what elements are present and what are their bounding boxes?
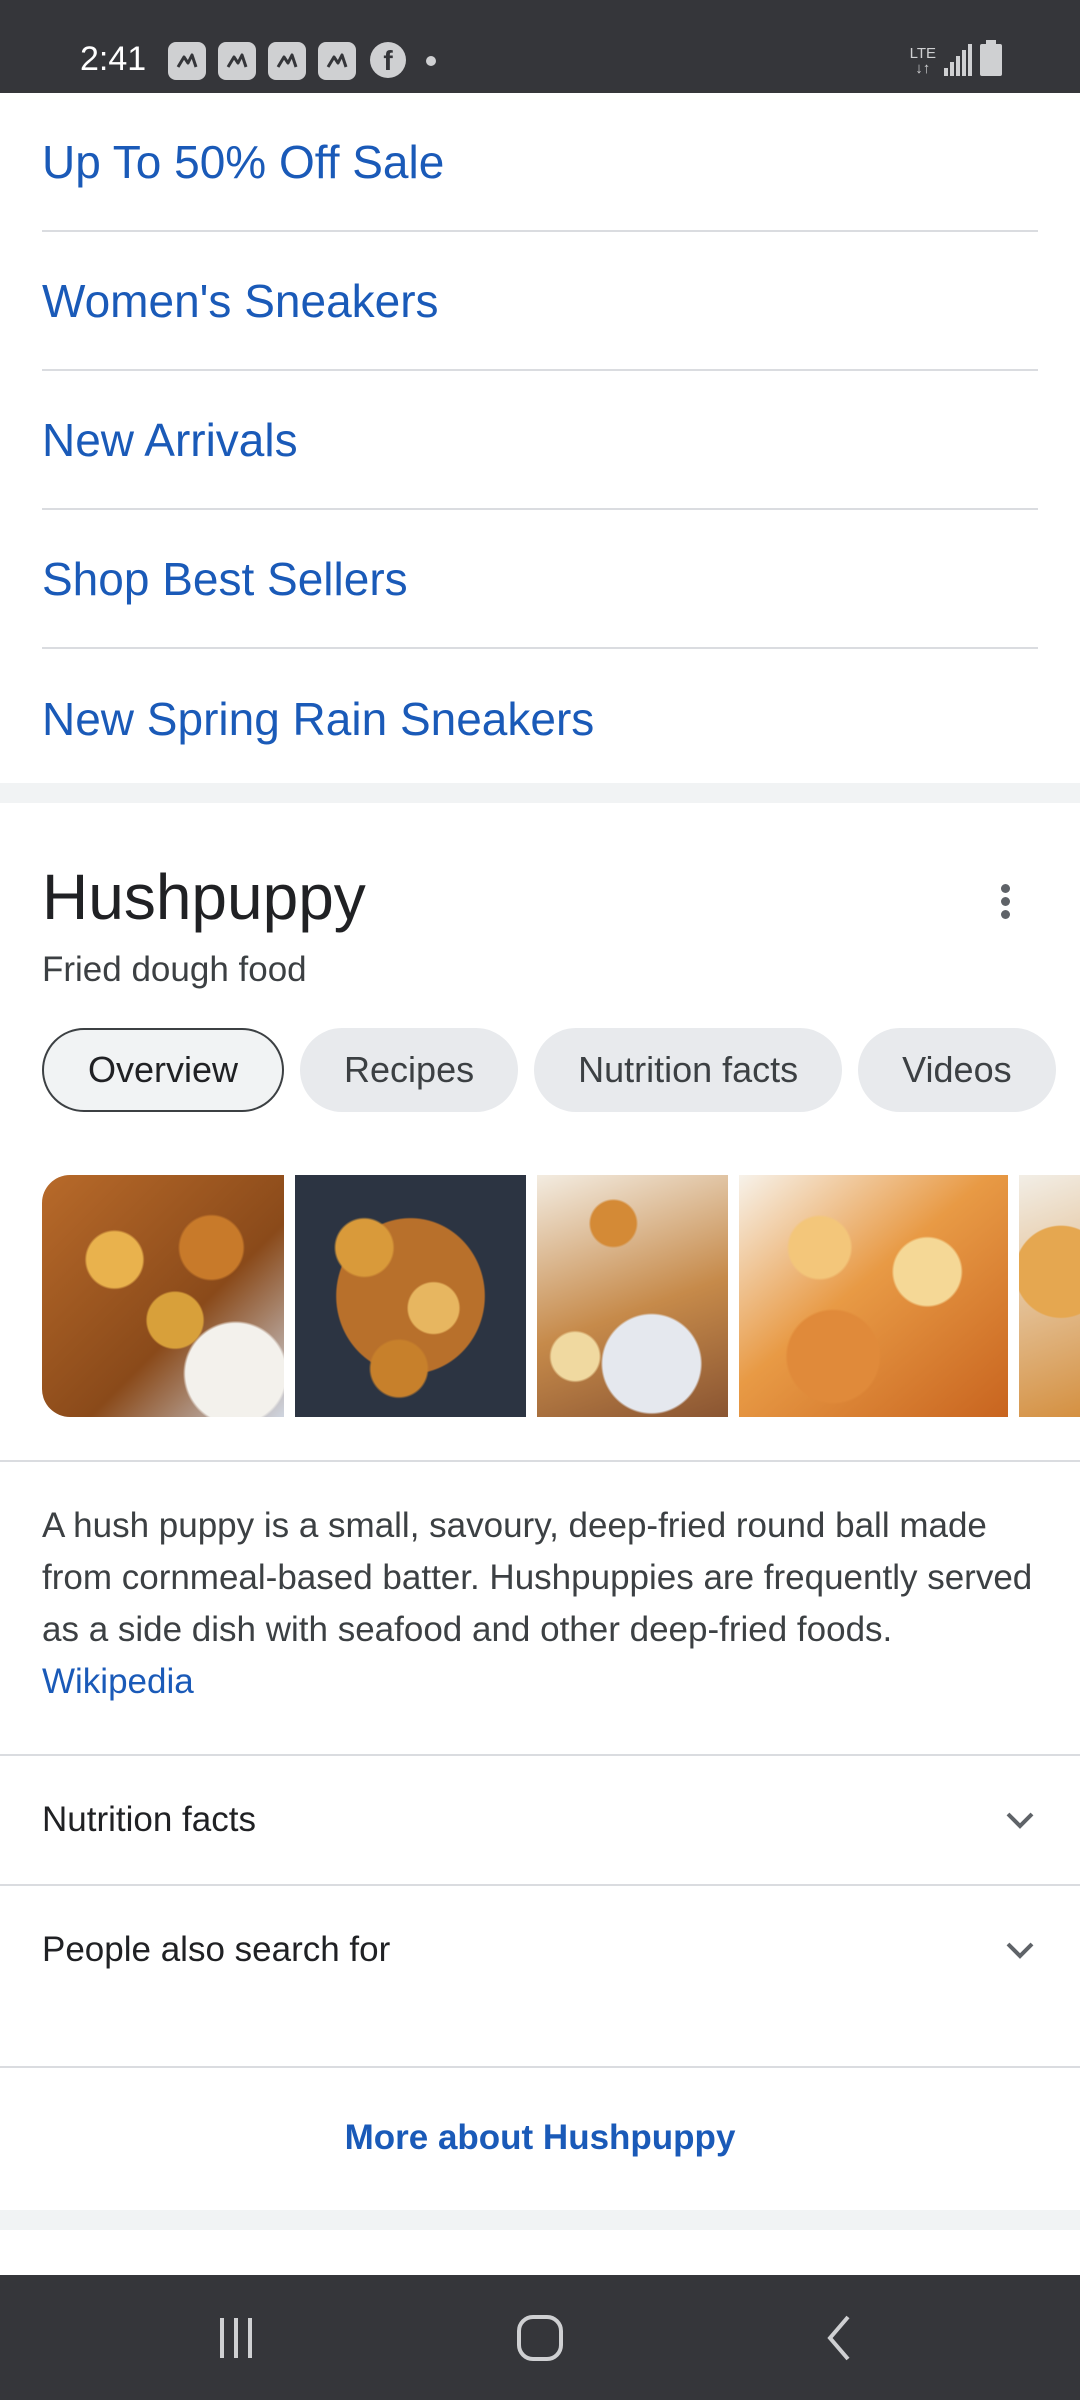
sitelink-best-sellers[interactable]: Shop Best Sellers — [42, 510, 1038, 649]
status-bar: 2:41 f LTE ↓↑ — [0, 0, 1080, 93]
accordion-nutrition-facts[interactable]: Nutrition facts — [0, 1756, 1080, 1884]
back-icon — [827, 2315, 850, 2360]
picture-icon — [318, 42, 356, 80]
divider — [0, 1460, 1080, 1462]
recent-apps-icon — [220, 2317, 252, 2358]
sitelink-sale[interactable]: Up To 50% Off Sale — [42, 93, 1038, 232]
recent-apps-button[interactable] — [176, 2275, 296, 2400]
status-right: LTE ↓↑ — [910, 40, 1002, 76]
home-button[interactable] — [480, 2275, 600, 2400]
hushpuppy-image[interactable] — [1019, 1175, 1080, 1417]
back-button[interactable] — [780, 2275, 900, 2400]
accordion-label: Nutrition facts — [42, 1800, 256, 1839]
chip-videos[interactable]: Videos — [858, 1028, 1056, 1112]
network-label: LTE — [909, 45, 936, 62]
sitelink-spring-rain-sneakers[interactable]: New Spring Rain Sneakers — [42, 649, 1038, 788]
hushpuppy-image[interactable] — [42, 1175, 284, 1417]
description-text: A hush puppy is a small, savoury, deep-f… — [42, 1506, 1033, 1649]
hushpuppy-image[interactable] — [739, 1175, 1008, 1417]
sitelink-label[interactable]: Up To 50% Off Sale — [42, 135, 444, 189]
topic-chips: Overview Recipes Nutrition facts Videos — [42, 1028, 1056, 1112]
entity-subtitle: Fried dough food — [42, 950, 307, 989]
section-separator — [0, 783, 1080, 803]
accordion-label: People also search for — [42, 1930, 391, 1969]
sitelink-label[interactable]: Shop Best Sellers — [42, 552, 408, 606]
notification-icons: f — [168, 42, 436, 80]
status-time: 2:41 — [80, 40, 147, 78]
home-icon — [517, 2314, 563, 2361]
picture-icon — [268, 42, 306, 80]
entity-description: A hush puppy is a small, savoury, deep-f… — [42, 1500, 1042, 1708]
sitelinks-list: Up To 50% Off Sale Women's Sneakers New … — [0, 93, 1080, 788]
hushpuppy-image[interactable] — [295, 1175, 526, 1417]
picture-icon — [218, 42, 256, 80]
battery-icon — [980, 40, 1002, 76]
entity-title: Hushpuppy — [42, 861, 366, 933]
network-type: LTE ↓↑ — [909, 45, 936, 77]
more-about-link[interactable]: More about Hushpuppy — [0, 2068, 1080, 2208]
picture-icon — [168, 42, 206, 80]
sitelink-label[interactable]: New Arrivals — [42, 413, 298, 467]
more-notifications-dot-icon — [426, 56, 436, 66]
image-carousel — [42, 1175, 1080, 1417]
sitelink-womens-sneakers[interactable]: Women's Sneakers — [42, 232, 1038, 371]
sitelink-label[interactable]: Women's Sneakers — [42, 274, 439, 328]
chevron-down-icon — [1006, 1942, 1034, 1959]
hushpuppy-image[interactable] — [537, 1175, 728, 1417]
more-options-icon[interactable] — [990, 880, 1020, 924]
sitelink-label[interactable]: New Spring Rain Sneakers — [42, 692, 594, 746]
accordion-people-also-search[interactable]: People also search for — [0, 1886, 1080, 2014]
signal-icon — [944, 44, 972, 76]
section-separator — [0, 2210, 1080, 2230]
chip-overview[interactable]: Overview — [42, 1028, 285, 1112]
facebook-icon: f — [370, 42, 406, 78]
chip-nutrition-facts[interactable]: Nutrition facts — [534, 1028, 843, 1112]
sitelink-new-arrivals[interactable]: New Arrivals — [42, 371, 1038, 510]
chip-recipes[interactable]: Recipes — [300, 1028, 519, 1112]
navigation-bar — [0, 2275, 1080, 2400]
wikipedia-link[interactable]: Wikipedia — [42, 1662, 194, 1701]
chevron-down-icon — [1006, 1812, 1034, 1829]
